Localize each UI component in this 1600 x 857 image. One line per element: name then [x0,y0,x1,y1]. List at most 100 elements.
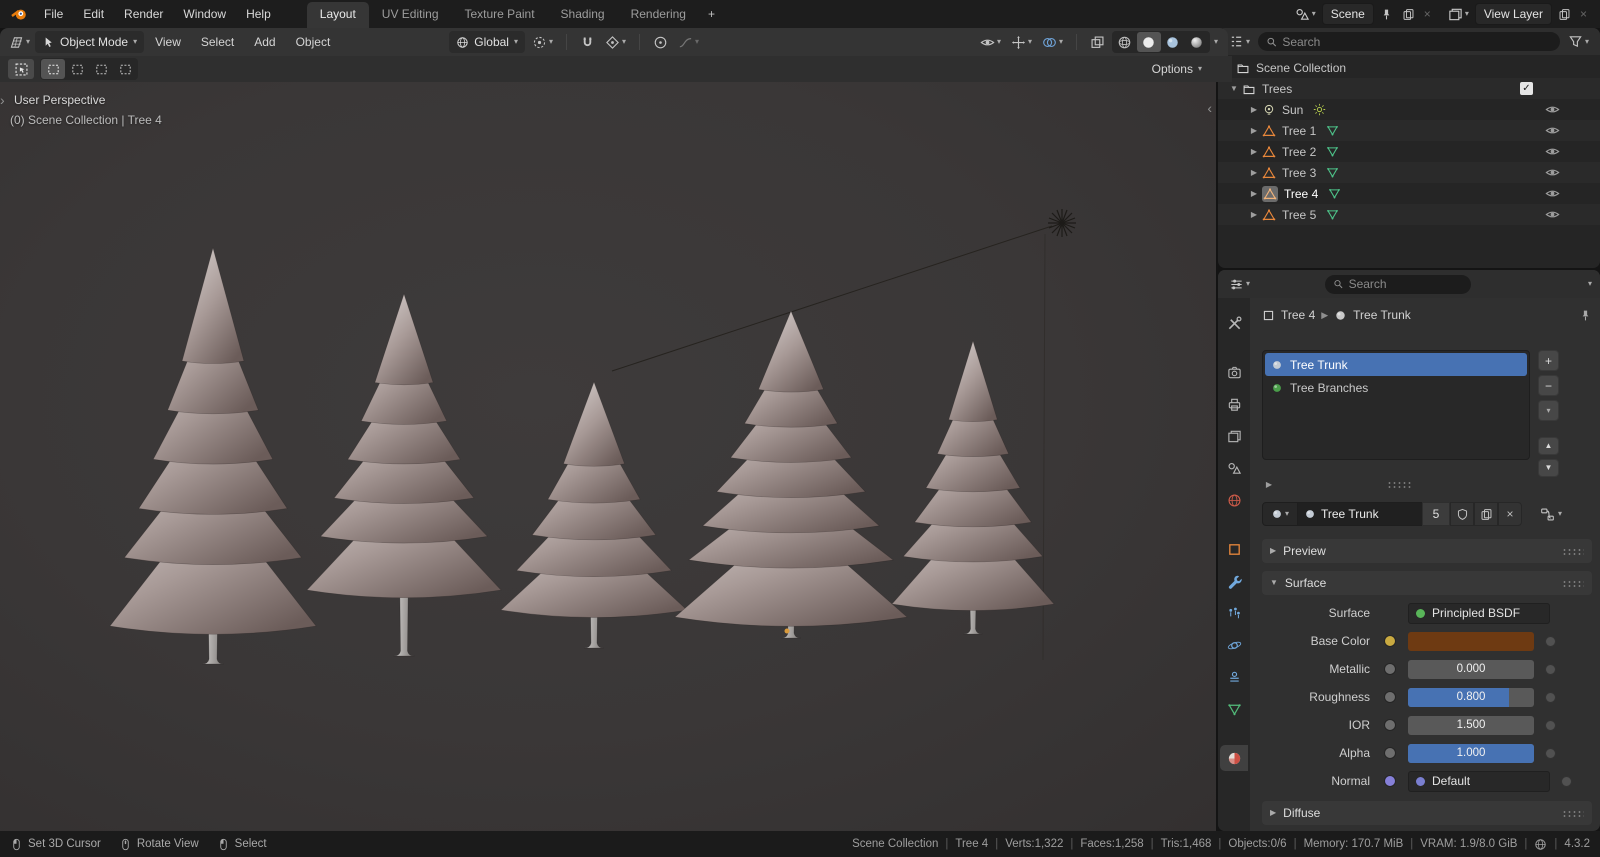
animate-decorator[interactable] [1545,663,1556,675]
collection-checkbox[interactable]: ✓ [1520,82,1533,95]
outliner-search[interactable] [1258,32,1560,51]
overlays-select[interactable]: ▾ [1039,33,1066,52]
animate-decorator[interactable] [1545,719,1556,731]
outliner-row-tree-1[interactable]: ▶ Tree 1 [1218,120,1600,141]
outliner-row-scene-collection[interactable]: Scene Collection [1218,57,1600,78]
new-view-layer-button[interactable] [1555,6,1574,23]
expand-icon[interactable]: ▶ [1246,189,1262,198]
browse-material-button[interactable]: ▾ [1262,502,1298,526]
properties-search-input[interactable] [1348,277,1464,291]
mode-select[interactable]: Object Mode ▾ [35,31,145,53]
new-scene-button[interactable] [1399,6,1418,23]
menu-file[interactable]: File [34,0,73,28]
properties-tab-world[interactable] [1220,487,1248,513]
material-users-button[interactable]: 5 [1422,502,1450,526]
hide-eye-toggle[interactable] [1545,165,1560,180]
hide-eye-toggle[interactable] [1545,102,1560,117]
expand-icon[interactable]: ▶ [1246,147,1262,156]
snap-settings-select[interactable]: ▾ [602,33,629,52]
tool-options-dropdown[interactable]: Options ▾ [1152,62,1202,76]
pivot-point-select[interactable]: ▾ [529,33,556,52]
menu-select[interactable]: Select [192,35,243,49]
tab-texture-paint[interactable]: Texture Paint [452,2,548,28]
base-color-swatch[interactable] [1408,631,1534,651]
collapse-icon[interactable]: ▼ [1226,84,1242,93]
expand-icon[interactable]: ▶ [1246,168,1262,177]
node-tree-select[interactable]: ▾ [1540,507,1562,522]
scene-name-field[interactable]: Scene [1321,3,1374,25]
browse-scene-button[interactable]: ▾ [1292,5,1319,24]
hide-eye-toggle[interactable] [1545,144,1560,159]
network-icon[interactable] [1534,838,1547,851]
preview-section-header[interactable]: ▶ Preview [1262,539,1592,563]
select-mode-extend[interactable] [65,59,89,79]
properties-tab-modifiers[interactable] [1220,568,1248,594]
outliner-search-input[interactable] [1282,34,1552,49]
properties-tab-physics[interactable] [1220,632,1248,658]
select-mode-subtract[interactable] [89,59,113,79]
properties-tab-constraints[interactable] [1220,664,1248,690]
properties-editor-type-button[interactable]: ▾ [1226,275,1253,294]
shading-wireframe-button[interactable] [1113,32,1137,52]
properties-tab-render[interactable] [1220,359,1248,385]
properties-tab-data[interactable] [1220,696,1248,722]
3d-viewport[interactable]: User Perspective (0) Scene Collection | … [0,82,1216,831]
menu-window[interactable]: Window [173,0,236,28]
tree-objects[interactable] [109,246,1055,665]
shading-rendered-button[interactable] [1185,32,1209,52]
menu-view[interactable]: View [146,35,190,49]
hide-eye-toggle[interactable] [1545,123,1560,138]
outliner-row-sun[interactable]: ▶ Sun [1218,99,1600,120]
animate-decorator[interactable] [1545,635,1556,647]
properties-tab-tool[interactable] [1220,310,1248,336]
material-name-field[interactable]: Tree Trunk [1298,502,1422,526]
outliner-row-tree-3[interactable]: ▶ Tree 3 [1218,162,1600,183]
pin-id-icon[interactable] [1579,309,1592,322]
properties-tab-object[interactable] [1220,536,1248,562]
properties-tab-material[interactable] [1220,745,1248,771]
material-slot[interactable]: Tree Trunk [1265,353,1527,376]
outliner-editor-type-button[interactable]: ▾ [1226,32,1253,51]
breadcrumb-material[interactable]: Tree Trunk [1353,308,1411,322]
material-slot[interactable]: Tree Branches [1265,376,1527,399]
surface-shader-select[interactable]: Principled BSDF [1408,602,1550,624]
animate-decorator[interactable] [1545,691,1556,703]
animate-decorator[interactable] [1545,747,1556,759]
view-layer-field[interactable]: View Layer [1474,3,1552,25]
select-mode-set[interactable] [41,59,65,79]
properties-tab-scene[interactable] [1220,455,1248,481]
pin-scene-icon[interactable] [1377,6,1396,23]
properties-tab-view-layer[interactable] [1220,423,1248,449]
metallic-slider[interactable]: 0.000 [1408,659,1534,679]
alpha-slider[interactable]: 1.000 [1408,743,1534,763]
sidebar-expand-icon[interactable]: ‹ [1207,100,1212,116]
ior-slider[interactable]: 1.500 [1408,715,1534,735]
tab-uv-editing[interactable]: UV Editing [369,2,452,28]
roughness-slider[interactable]: 0.800 [1408,687,1534,707]
menu-object[interactable]: Object [287,35,340,49]
slot-specials-menu[interactable]: ▾ [1538,400,1559,421]
shading-dropdown-icon[interactable]: ▾ [1214,38,1218,46]
menu-edit[interactable]: Edit [73,0,114,28]
normal-select[interactable]: Default [1408,770,1550,792]
menu-help[interactable]: Help [236,0,281,28]
expand-icon[interactable]: ▶ [1262,480,1276,489]
menu-render[interactable]: Render [114,0,173,28]
proportional-falloff-select[interactable]: ▾ [675,33,702,52]
drag-grip-icon[interactable] [1562,547,1584,555]
tab-layout[interactable]: Layout [306,2,369,28]
3d-scene[interactable] [0,82,1216,831]
unlink-material-button[interactable]: × [1498,502,1522,526]
outliner-row-tree-2[interactable]: ▶ Tree 2 [1218,141,1600,162]
shading-material-button[interactable] [1161,32,1185,52]
outliner-row-tree-5[interactable]: ▶ Tree 5 [1218,204,1600,225]
animate-decorator[interactable] [1561,775,1572,787]
tab-rendering[interactable]: Rendering [618,2,699,28]
editor-type-button[interactable]: ▾ [6,33,33,52]
add-slot-button[interactable]: + [1538,350,1559,371]
remove-slot-button[interactable]: − [1538,375,1559,396]
transform-orientation-select[interactable]: Global ▾ [449,31,525,53]
drag-grip-icon[interactable] [1562,809,1584,817]
diffuse-section-header[interactable]: ▶ Diffuse [1262,801,1592,825]
expand-icon[interactable]: ▶ [1246,105,1262,114]
